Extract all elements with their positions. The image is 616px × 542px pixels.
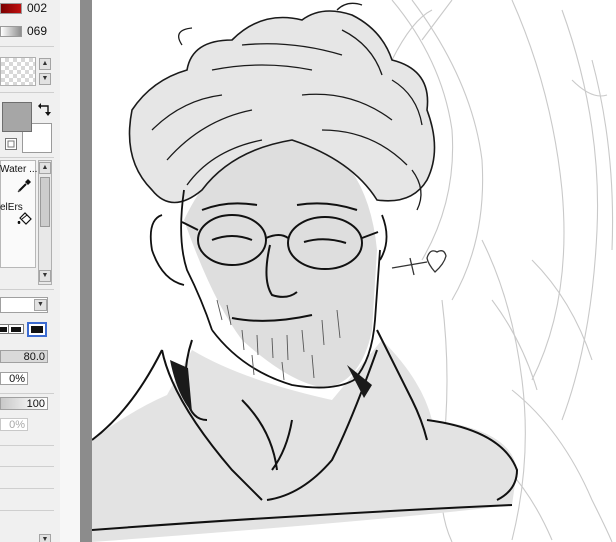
transparent-color-icon[interactable] — [5, 138, 17, 150]
brush-shape-3-selected[interactable] — [27, 322, 47, 337]
heart-doodle — [391, 250, 447, 276]
panel-gutter — [60, 0, 80, 542]
brush-tool-watercolor-label[interactable]: Water ... — [0, 164, 37, 175]
gray-slider-value: 069 — [27, 24, 48, 38]
red-slider-value: 002 — [27, 1, 48, 15]
divider — [0, 289, 54, 290]
scroll-down-icon[interactable]: ▼ — [39, 534, 51, 542]
divider — [0, 393, 54, 394]
divider — [0, 445, 54, 446]
scrollbar-thumb[interactable] — [40, 177, 50, 227]
sketch-artwork — [92, 0, 614, 542]
min-size-field[interactable]: 0% — [0, 372, 28, 385]
disabled-value-field: 0% — [0, 418, 28, 431]
gray-slider-track[interactable] — [0, 26, 22, 37]
canvas-border — [80, 0, 92, 542]
scroll-down-icon[interactable]: ▼ — [39, 270, 51, 282]
opacity-field[interactable]: 100 — [0, 397, 48, 410]
divider — [0, 510, 54, 511]
primary-color-swatch[interactable] — [2, 102, 32, 132]
scroll-up-icon[interactable]: ▲ — [39, 58, 51, 70]
divider — [0, 46, 54, 47]
swap-arrows-icon[interactable] — [38, 103, 52, 117]
scroll-down-icon[interactable]: ▼ — [39, 73, 51, 85]
brush-density-field[interactable]: 80.0 — [0, 350, 48, 363]
divider — [0, 92, 54, 93]
divider — [0, 157, 54, 158]
dropdown-arrow-icon[interactable]: ▼ — [34, 299, 47, 311]
drawing-canvas[interactable] — [92, 0, 616, 542]
brush-shape-2[interactable] — [8, 324, 24, 334]
tool-panel: 002 069 ▲ ▼ Water ... elErs ▲ ▼ ▼ 80.0 0… — [0, 0, 61, 542]
paint-bucket-icon[interactable] — [16, 212, 32, 228]
divider — [0, 488, 54, 489]
eyedropper-icon[interactable] — [16, 178, 32, 194]
divider — [0, 466, 54, 467]
scroll-up-icon[interactable]: ▲ — [39, 162, 51, 174]
red-slider-track[interactable] — [0, 3, 22, 14]
transparency-swatches[interactable] — [0, 57, 36, 86]
